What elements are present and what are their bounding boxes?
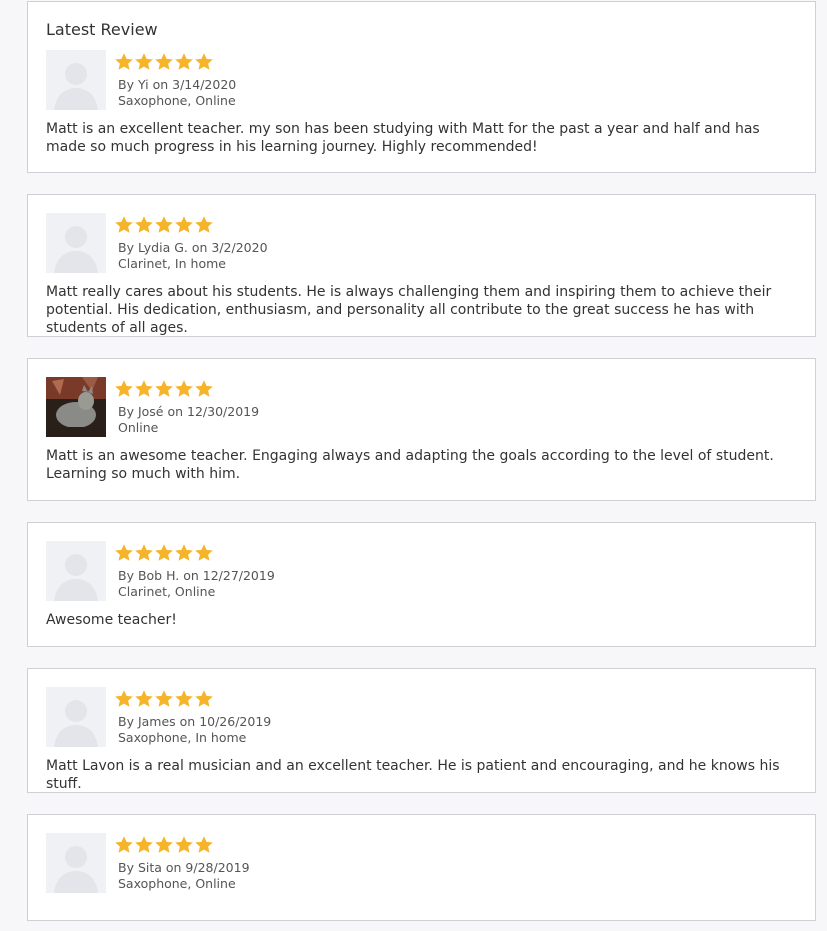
star-rating [114,835,214,855]
star-icon [114,215,134,235]
review-text: Matt is an awesome teacher. Engaging alw… [46,448,774,482]
review-detail: Clarinet, Online [118,584,216,599]
review-text: Matt Lavon is a real musician and an exc… [46,758,780,792]
review-card: By Sita on 9/28/2019 Saxophone, Online [27,814,816,921]
star-icon [114,379,134,399]
star-icon [174,543,194,563]
star-icon [174,689,194,709]
review-byline: By Bob H. on 12/27/2019 [118,568,275,583]
review-card: By James on 10/26/2019 Saxophone, In hom… [27,668,816,793]
star-icon [174,835,194,855]
star-icon [134,215,154,235]
star-icon [194,52,214,72]
star-icon [114,689,134,709]
review-byline: By James on 10/26/2019 [118,714,272,729]
review-card: By Bob H. on 12/27/2019 Clarinet, Online… [27,522,816,647]
star-icon [114,543,134,563]
star-icon [194,379,214,399]
star-icon [134,52,154,72]
review-byline: By Lydia G. on 3/2/2020 [118,240,268,255]
star-rating [114,52,214,72]
default-avatar-icon [46,50,106,110]
default-avatar-icon [46,687,106,747]
review-detail: Saxophone, In home [118,730,247,745]
review-detail: Online [118,420,159,435]
review-text: Awesome teacher! [46,612,177,628]
review-detail: Clarinet, In home [118,256,226,271]
section-title: Latest Review [46,20,158,39]
review-byline: By José on 12/30/2019 [118,404,260,419]
star-icon [194,835,214,855]
star-rating [114,689,214,709]
star-icon [134,835,154,855]
review-byline: By Sita on 9/28/2019 [118,860,250,875]
star-icon [194,215,214,235]
star-icon [134,689,154,709]
review-text: Matt really cares about his students. He… [46,284,772,336]
star-icon [154,52,174,72]
star-icon [194,689,214,709]
star-icon [134,543,154,563]
star-icon [194,543,214,563]
star-icon [154,543,174,563]
star-icon [174,52,194,72]
default-avatar-icon [46,541,106,601]
star-icon [154,689,174,709]
review-detail: Saxophone, Online [118,93,236,108]
star-icon [154,835,174,855]
star-icon [154,215,174,235]
star-icon [174,215,194,235]
review-byline: By Yi on 3/14/2020 [118,77,237,92]
star-icon [114,52,134,72]
photo-avatar [46,377,106,437]
default-avatar-icon [46,833,106,893]
review-card: Latest Review By Yi on 3/14/2020 Saxopho… [27,1,816,173]
review-text: Matt is an excellent teacher. my son has… [46,121,760,155]
review-detail: Saxophone, Online [118,876,236,891]
star-icon [174,379,194,399]
default-avatar-icon [46,213,106,273]
review-card: By Lydia G. on 3/2/2020 Clarinet, In hom… [27,194,816,337]
star-rating [114,379,214,399]
star-icon [134,379,154,399]
star-icon [154,379,174,399]
star-icon [114,835,134,855]
review-card: By José on 12/30/2019 Online Matt is an … [27,358,816,501]
star-rating [114,215,214,235]
star-rating [114,543,214,563]
